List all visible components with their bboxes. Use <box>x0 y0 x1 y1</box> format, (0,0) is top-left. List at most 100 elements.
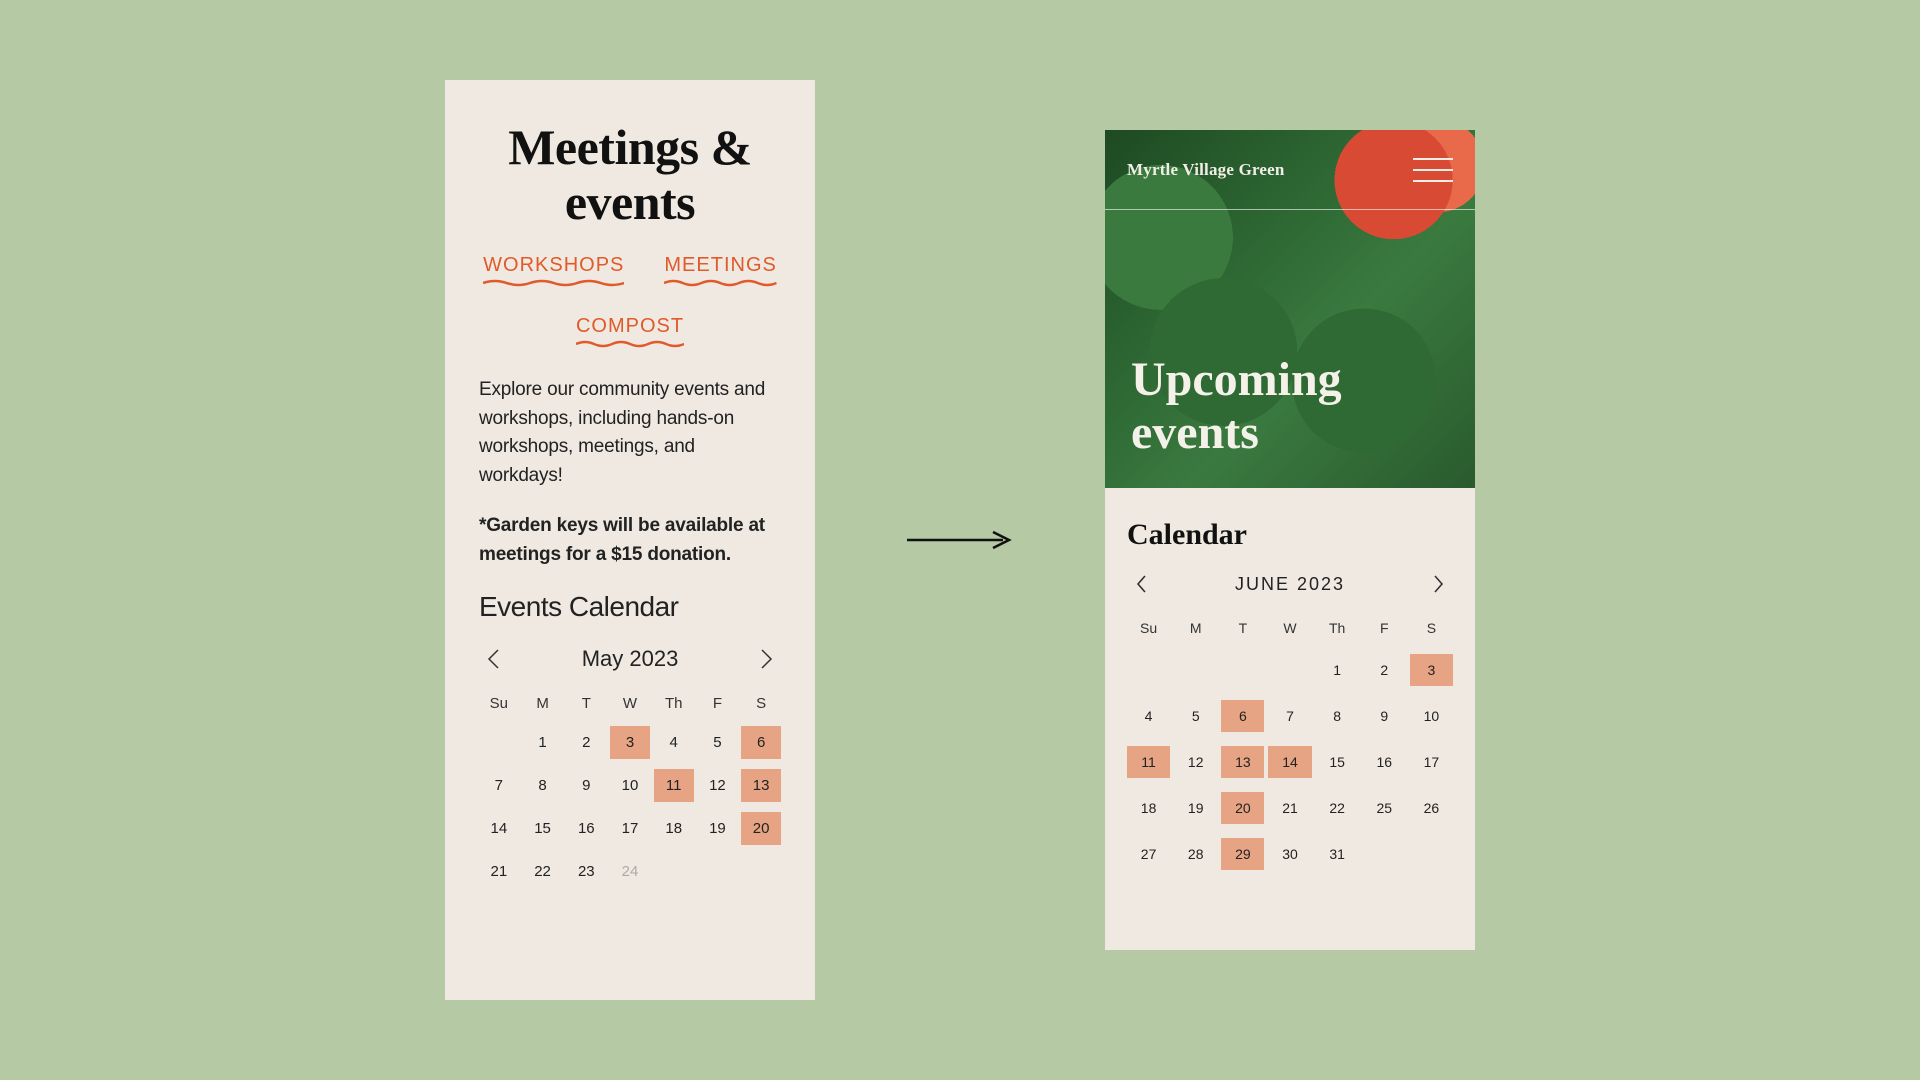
calendar-day[interactable]: 1 <box>523 726 563 759</box>
page-title: Meetings & events <box>479 120 781 230</box>
calendar-month-label: May 2023 <box>582 646 679 672</box>
calendar-day[interactable]: 21 <box>479 855 519 888</box>
calendar-day[interactable]: 11 <box>654 769 694 802</box>
prev-month-button[interactable] <box>1127 570 1155 598</box>
tab-label: COMPOST <box>576 315 684 337</box>
calendar-dow: M <box>1174 616 1217 640</box>
calendar-dow: W <box>1268 616 1311 640</box>
calendar-day[interactable]: 5 <box>1174 700 1217 732</box>
calendar-day[interactable]: 24 <box>610 855 650 888</box>
calendar-day[interactable]: 10 <box>1410 700 1453 732</box>
calendar-day[interactable]: 29 <box>1221 838 1264 870</box>
chevron-left-icon <box>486 648 500 670</box>
calendar-header: JUNE 2023 <box>1127 570 1453 598</box>
calendar-day[interactable]: 23 <box>566 855 606 888</box>
calendar-dow: Th <box>654 691 694 716</box>
calendar-day[interactable]: 22 <box>523 855 563 888</box>
category-tabs: WORKSHOPS MEETINGS COMPOST <box>479 254 781 348</box>
calendar-day[interactable]: 20 <box>1221 792 1264 824</box>
hero-image: Myrtle Village Green Upcoming events <box>1105 130 1475 488</box>
calendar-day[interactable]: 10 <box>610 769 650 802</box>
prev-month-button[interactable] <box>479 645 507 673</box>
calendar-day[interactable]: 3 <box>1410 654 1453 686</box>
calendar-day[interactable]: 28 <box>1174 838 1217 870</box>
calendar-day[interactable]: 27 <box>1127 838 1170 870</box>
calendar-day[interactable]: 13 <box>1221 746 1264 778</box>
calendar-day[interactable]: 6 <box>741 726 781 759</box>
top-bar: Myrtle Village Green <box>1105 130 1475 210</box>
calendar-grid: SuMTWThFS1234567891011121314151617181920… <box>1127 616 1453 870</box>
calendar-day[interactable]: 31 <box>1316 838 1359 870</box>
chevron-right-icon <box>1432 573 1446 595</box>
calendar-dow: T <box>1221 616 1264 640</box>
tab-workshops[interactable]: WORKSHOPS <box>483 254 624 287</box>
calendar-day[interactable]: 26 <box>1410 792 1453 824</box>
calendar-day[interactable]: 15 <box>1316 746 1359 778</box>
next-month-button[interactable] <box>753 645 781 673</box>
calendar-dow: T <box>566 691 606 716</box>
calendar-dow: Su <box>1127 616 1170 640</box>
calendar-month-label: JUNE 2023 <box>1235 574 1345 595</box>
calendar-day[interactable]: 17 <box>610 812 650 845</box>
calendar-dow: Su <box>479 691 519 716</box>
calendar-day[interactable]: 7 <box>1268 700 1311 732</box>
mobile-mockup-right: Myrtle Village Green Upcoming events Cal… <box>1105 130 1475 950</box>
calendar-day[interactable]: 8 <box>523 769 563 802</box>
menu-button[interactable] <box>1413 158 1453 182</box>
calendar-day[interactable]: 4 <box>654 726 694 759</box>
chevron-left-icon <box>1134 573 1148 595</box>
calendar-day[interactable]: 14 <box>1268 746 1311 778</box>
calendar-day[interactable]: 19 <box>1174 792 1217 824</box>
calendar-day[interactable]: 14 <box>479 812 519 845</box>
calendar-day[interactable]: 25 <box>1363 792 1406 824</box>
calendar-day[interactable]: 13 <box>741 769 781 802</box>
calendar-header: May 2023 <box>479 645 781 673</box>
tab-label: WORKSHOPS <box>483 254 624 276</box>
calendar-dow: M <box>523 691 563 716</box>
calendar-day[interactable]: 9 <box>1363 700 1406 732</box>
brand-logo[interactable]: Myrtle Village Green <box>1127 160 1285 180</box>
hamburger-icon <box>1413 158 1453 160</box>
calendar-day[interactable]: 2 <box>566 726 606 759</box>
calendar-day[interactable]: 22 <box>1316 792 1359 824</box>
arrow-icon <box>905 530 1015 550</box>
calendar-day[interactable]: 18 <box>654 812 694 845</box>
calendar-day[interactable]: 15 <box>523 812 563 845</box>
calendar-dow: Th <box>1316 616 1359 640</box>
calendar-dow: S <box>741 691 781 716</box>
calendar-day[interactable]: 1 <box>1316 654 1359 686</box>
next-month-button[interactable] <box>1425 570 1453 598</box>
calendar-title: Calendar <box>1127 518 1453 552</box>
calendar-day[interactable]: 4 <box>1127 700 1170 732</box>
chevron-right-icon <box>760 648 774 670</box>
calendar-day[interactable]: 9 <box>566 769 606 802</box>
calendar-day[interactable]: 18 <box>1127 792 1170 824</box>
calendar-day[interactable]: 12 <box>1174 746 1217 778</box>
calendar-day[interactable]: 8 <box>1316 700 1359 732</box>
calendar-grid: SuMTWThFS1234567891011121314151617181920… <box>479 691 781 888</box>
calendar-day[interactable]: 6 <box>1221 700 1264 732</box>
calendar-day[interactable]: 3 <box>610 726 650 759</box>
calendar-dow: W <box>610 691 650 716</box>
intro-text: Explore our community events and worksho… <box>479 376 781 490</box>
calendar-day[interactable]: 19 <box>698 812 738 845</box>
tab-meetings[interactable]: MEETINGS <box>664 254 776 287</box>
calendar-day[interactable]: 17 <box>1410 746 1453 778</box>
calendar-day[interactable]: 2 <box>1363 654 1406 686</box>
calendar-day[interactable]: 5 <box>698 726 738 759</box>
calendar-day[interactable]: 7 <box>479 769 519 802</box>
tab-compost[interactable]: COMPOST <box>576 315 684 348</box>
calendar-dow: S <box>1410 616 1453 640</box>
calendar-day[interactable]: 21 <box>1268 792 1311 824</box>
calendar-day[interactable]: 20 <box>741 812 781 845</box>
mobile-mockup-left: Meetings & events WORKSHOPS MEETINGS COM… <box>445 80 815 1000</box>
calendar-day[interactable]: 30 <box>1268 838 1311 870</box>
calendar-day[interactable]: 11 <box>1127 746 1170 778</box>
calendar-day[interactable]: 12 <box>698 769 738 802</box>
calendar-day[interactable]: 16 <box>566 812 606 845</box>
tab-label: MEETINGS <box>664 254 776 276</box>
calendar-day[interactable]: 16 <box>1363 746 1406 778</box>
hero-title: Upcoming events <box>1131 353 1449 461</box>
note-text: *Garden keys will be available at meetin… <box>479 512 781 569</box>
calendar-heading: Events Calendar <box>479 591 781 623</box>
